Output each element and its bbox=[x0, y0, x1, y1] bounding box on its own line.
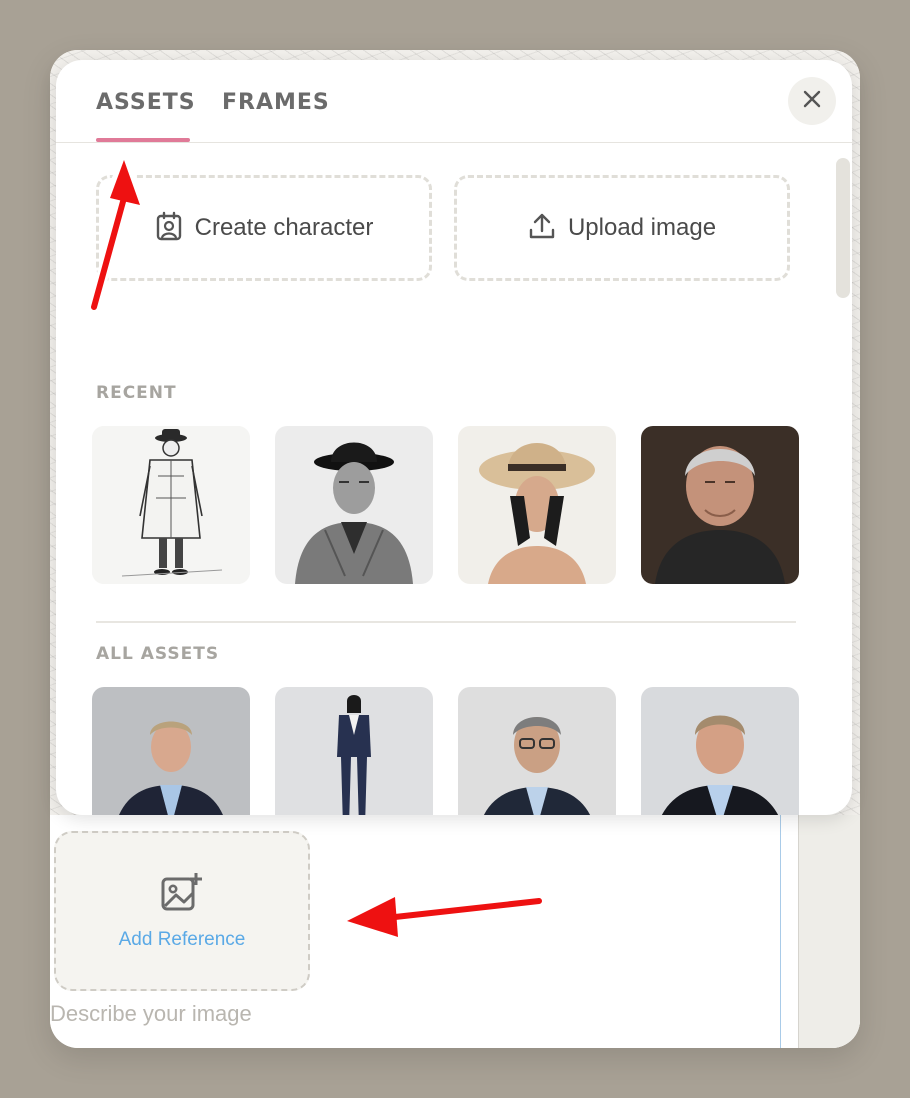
asset-man-navy-blazer[interactable] bbox=[92, 687, 250, 815]
close-button[interactable] bbox=[788, 77, 836, 125]
asset-woman-navy-suit[interactable] bbox=[275, 687, 433, 815]
recent-section-label: RECENT bbox=[96, 383, 177, 403]
active-tab-indicator bbox=[96, 138, 190, 142]
add-reference-button[interactable]: Add Reference bbox=[54, 831, 310, 991]
upload-image-button[interactable]: Upload image bbox=[454, 175, 790, 281]
assets-panel: ASSETS FRAMES Create character Upload im… bbox=[56, 60, 852, 815]
prompt-divider bbox=[780, 815, 781, 1048]
image-add-icon bbox=[160, 871, 204, 919]
user-portrait-icon bbox=[155, 211, 183, 245]
create-character-button[interactable]: Create character bbox=[96, 175, 432, 281]
recent-asset-grey-haired-man[interactable] bbox=[641, 426, 799, 584]
side-strip bbox=[798, 815, 860, 1048]
section-divider bbox=[96, 621, 796, 623]
prompt-area: Add Reference bbox=[50, 815, 860, 1048]
asset-man-glasses-suit[interactable] bbox=[458, 687, 616, 815]
close-icon bbox=[803, 90, 821, 112]
assets-scroll-area: Create character Upload image RECENT ALL… bbox=[56, 143, 836, 815]
all-assets-section-label: ALL ASSETS bbox=[96, 644, 220, 664]
recent-asset-sketch-detective[interactable] bbox=[92, 426, 250, 584]
upload-icon bbox=[528, 212, 556, 244]
recent-asset-older-man-fedora[interactable] bbox=[275, 426, 433, 584]
tab-frames[interactable]: FRAMES bbox=[222, 90, 330, 115]
scrollbar[interactable] bbox=[836, 158, 850, 298]
tab-bar: ASSETS FRAMES bbox=[56, 60, 852, 143]
create-character-label: Create character bbox=[194, 214, 374, 241]
prompt-input[interactable] bbox=[50, 1001, 750, 1027]
add-reference-label: Add Reference bbox=[118, 929, 246, 950]
recent-asset-woman-sun-hat[interactable] bbox=[458, 426, 616, 584]
upload-image-label: Upload image bbox=[567, 214, 717, 241]
asset-man-dark-blazer[interactable] bbox=[641, 687, 799, 815]
tab-assets[interactable]: ASSETS bbox=[96, 90, 196, 115]
